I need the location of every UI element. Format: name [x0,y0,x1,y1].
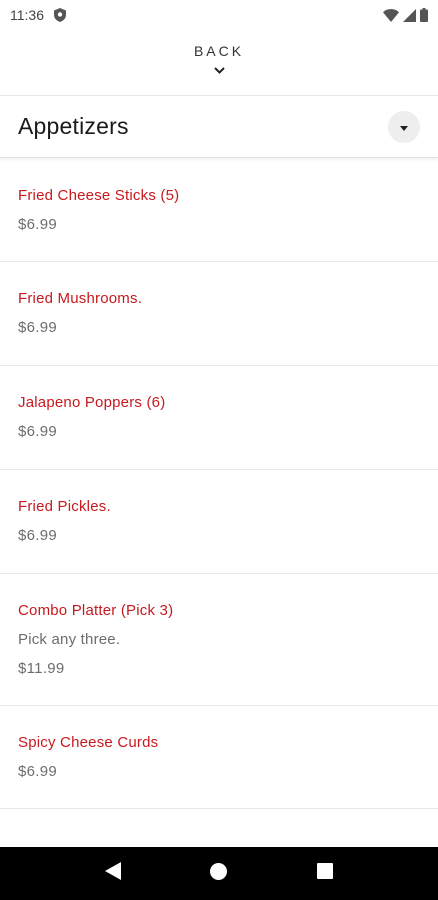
battery-icon [420,8,428,22]
menu-item[interactable]: Spicy Cheese Curds $6.99 [0,706,438,809]
item-price: $6.99 [18,527,58,544]
menu-item[interactable]: Jalapeno Poppers (6) $6.99 [0,366,438,470]
item-price: $11.99 [18,660,65,677]
category-header[interactable]: Appetizers [0,96,438,158]
item-name: Jalapeno Poppers (6) [18,394,166,411]
category-title: Appetizers [18,113,129,139]
item-price: $6.99 [18,319,58,336]
back-button[interactable]: BACK [0,30,438,96]
wifi-icon [383,8,399,22]
recents-square-icon[interactable] [317,863,334,884]
status-left: 11:36 [10,7,66,23]
item-name: Fried Pickles. [18,498,111,515]
status-time: 11:36 [10,7,44,23]
status-bar: 11:36 [0,0,438,30]
item-price: $6.99 [18,216,58,233]
item-name: Spicy Cheese Curds [18,734,159,751]
menu-item[interactable]: Fried Cheese Sticks (5) $6.99 [0,159,438,262]
back-triangle-icon[interactable] [104,862,121,885]
menu-item[interactable]: Fried Pickles. $6.99 [0,470,438,574]
home-circle-icon[interactable] [210,862,228,885]
item-price: $6.99 [18,763,58,780]
shield-icon [54,8,66,22]
item-price: $6.99 [18,423,58,440]
item-name: Fried Mushrooms. [18,290,143,307]
menu-list: Fried Cheese Sticks (5) $6.99 Fried Mush… [0,159,438,809]
system-nav-bar [0,847,438,900]
menu-item[interactable]: Fried Mushrooms. $6.99 [0,262,438,366]
status-right [383,8,428,22]
item-name: Combo Platter (Pick 3) [18,602,174,619]
back-label: BACK [193,42,245,59]
item-name: Fried Cheese Sticks (5) [18,187,180,204]
menu-item[interactable]: Combo Platter (Pick 3) Pick any three. $… [0,574,438,706]
category-toggle-button[interactable] [388,110,420,143]
caret-down-icon [400,118,408,136]
chevron-down-icon [213,61,225,79]
item-description: Pick any three. [18,631,121,648]
signal-icon [403,8,416,22]
